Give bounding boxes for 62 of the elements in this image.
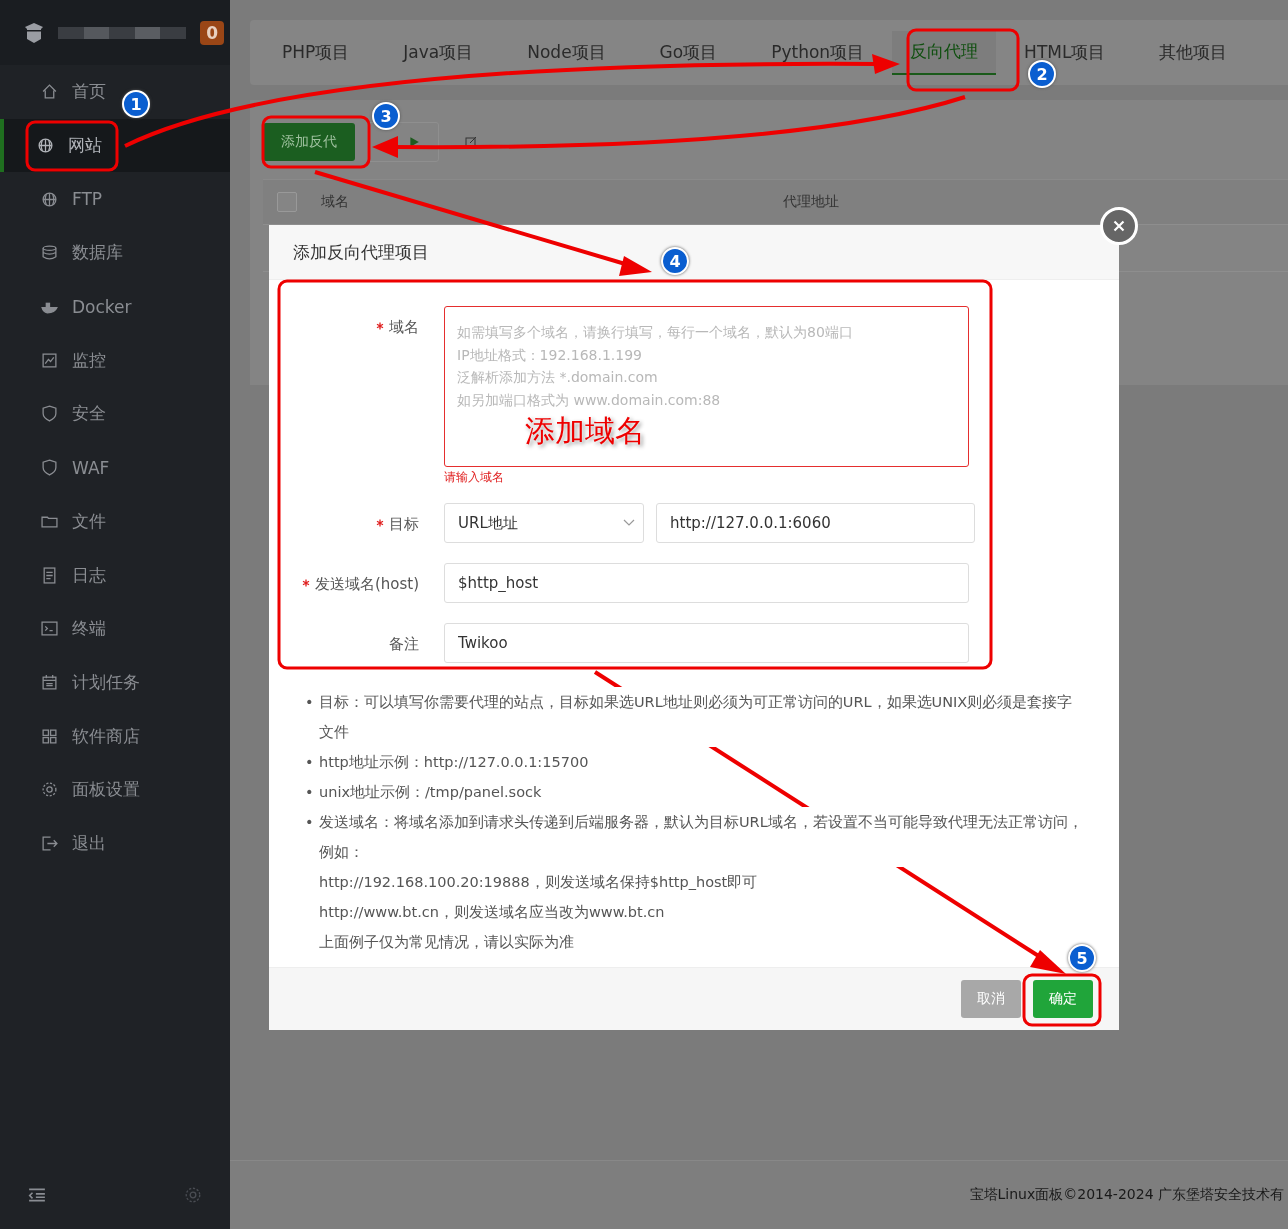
sidebar-item[interactable]: 面板设置 (0, 762, 148, 817)
text-field[interactable]: $http_host (444, 563, 969, 603)
sidebar-item[interactable]: Docker (0, 279, 140, 334)
gear-icon (41, 781, 58, 799)
settings-icon[interactable] (184, 1186, 202, 1204)
bullet: • (305, 783, 311, 802)
project-tab[interactable]: Go项目 (633, 20, 744, 85)
bullet: • (305, 693, 311, 712)
sidebar-item[interactable]: 数据库 (0, 226, 131, 280)
database-icon (41, 244, 58, 262)
project-tab[interactable]: Java项目 (377, 20, 500, 85)
sidebar-item[interactable]: FTP (0, 172, 111, 227)
sidebar-item[interactable]: 网站 (0, 118, 230, 173)
sidebar-item[interactable]: 文件 (0, 494, 114, 549)
globe-icon (37, 137, 54, 155)
document-icon (41, 566, 58, 584)
play-icon (408, 136, 420, 148)
project-tab[interactable]: 反向代理 (892, 30, 997, 75)
collapse-icon[interactable] (28, 1186, 46, 1204)
bullet: • (305, 753, 311, 772)
sidebar-item[interactable]: WAF (0, 440, 118, 495)
annotation-text: 添加域名 (525, 412, 645, 450)
target-select[interactable]: URL地址 (444, 503, 644, 543)
sidebar-item[interactable]: 退出 (0, 816, 114, 871)
project-tab[interactable]: 其他项目 (1133, 20, 1254, 85)
calendar-icon (41, 673, 58, 691)
notification-badge[interactable]: 0 (200, 20, 224, 45)
chart-icon (41, 351, 58, 369)
sidebar-item[interactable]: 监控 (0, 333, 114, 388)
sidebar-item[interactable]: 终端 (0, 601, 114, 656)
shield-icon (41, 405, 58, 423)
url-field[interactable]: http://127.0.0.1:6060 (656, 503, 975, 543)
column-header: 代理地址 (783, 193, 839, 211)
error-text: 请输入域名 (444, 469, 505, 483)
column-header: 域名 (321, 193, 350, 211)
add-proxy-button[interactable]: 添加反代 (263, 123, 355, 161)
terminal-icon (41, 620, 58, 638)
edit-icon[interactable] (465, 136, 477, 148)
sidebar-item[interactable]: 安全 (0, 387, 114, 441)
project-tab[interactable]: PHP项目 (256, 20, 376, 85)
chevron-down-icon (623, 519, 635, 527)
sidebar-item[interactable]: 计划任务 (0, 655, 148, 710)
project-tab[interactable]: Node项目 (501, 20, 632, 85)
sidebar-item[interactable]: 日志 (0, 548, 114, 602)
exit-icon (41, 834, 58, 852)
confirm-button[interactable]: 确定 (1033, 980, 1093, 1018)
sidebar-item[interactable]: 软件商店 (0, 709, 148, 763)
field-label: 备注 (389, 635, 419, 654)
field-label: 域名 (389, 318, 419, 337)
sidebar-item[interactable]: 首页 (0, 65, 114, 119)
shield-icon (41, 459, 58, 477)
text-field[interactable]: Twikoo (444, 623, 969, 663)
dialog-title: 添加反向代理项目 (293, 240, 429, 264)
copyright-text: 宝塔Linux面板©2014-2024 广东堡塔安全技术有 (969, 1186, 1284, 1204)
home-icon (41, 83, 58, 101)
grid-icon (41, 727, 58, 745)
project-tab[interactable]: Python项目 (745, 20, 891, 85)
bullet: • (305, 813, 311, 832)
select-all-checkbox[interactable] (277, 192, 297, 212)
field-label: 目标 (389, 515, 419, 534)
field-label: 发送域名(host) (314, 575, 419, 594)
globe-icon (41, 190, 58, 208)
